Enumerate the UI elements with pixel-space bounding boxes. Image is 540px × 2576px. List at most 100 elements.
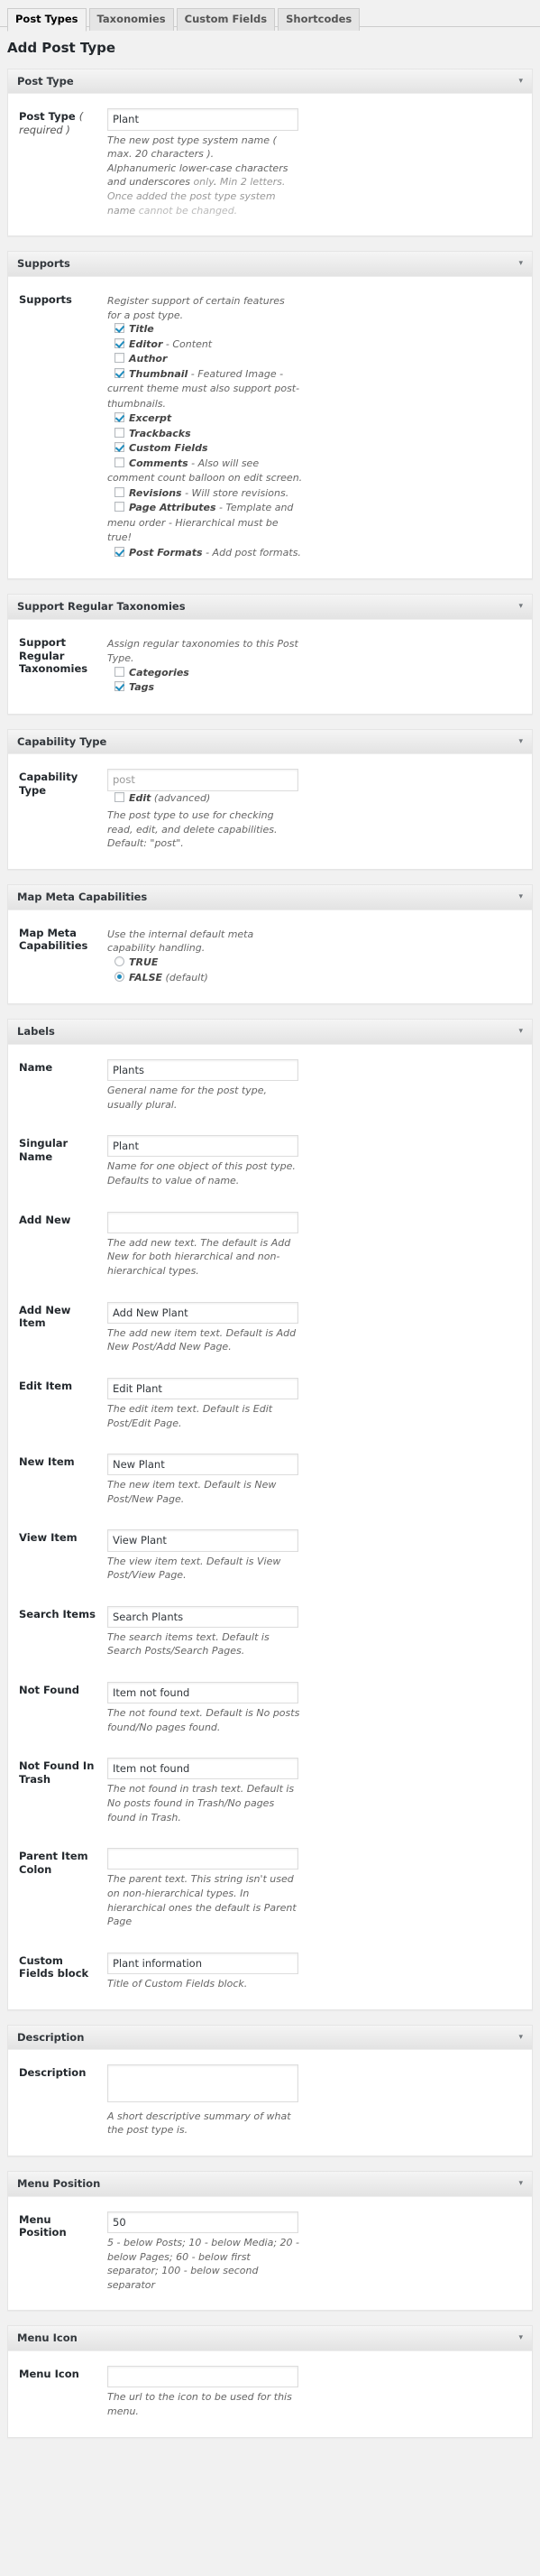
checkbox-revisions-icon[interactable] (114, 486, 124, 497)
desc-line-2e: cannot be changed. (138, 204, 238, 217)
supports-option[interactable]: Trackbacks (107, 427, 306, 442)
field-label-not-found: Not Found (19, 1684, 79, 1697)
checkbox-post-formats-icon[interactable] (114, 546, 124, 557)
checkbox-trackbacks-icon[interactable] (114, 427, 124, 438)
section-header-taxonomies[interactable]: Support Regular Taxonomies ▾ (8, 595, 532, 621)
search-items-description: The search items text. Default is Search… (107, 1630, 270, 1657)
field-row-post-type: Post Type ( required ) The new post type… (17, 97, 523, 230)
supports-option[interactable]: Custom Fields (107, 441, 306, 457)
radio-true-icon[interactable] (114, 956, 124, 967)
edit-item-input[interactable] (107, 1377, 298, 1399)
checkbox-thumbnail-icon[interactable] (114, 367, 124, 378)
chevron-down-icon[interactable]: ▾ (518, 2331, 523, 2344)
checkbox-categories-icon[interactable] (114, 666, 124, 677)
menu-position-input[interactable] (107, 2211, 298, 2234)
supports-option[interactable]: Comments - Also will see comment count b… (107, 457, 306, 486)
supports-option[interactable]: Author (107, 352, 306, 367)
menu-icon-description: The url to the icon to be used for this … (107, 2391, 292, 2418)
checkbox-author-icon[interactable] (114, 353, 124, 364)
view-item-description: The view item text. Default is View Post… (107, 1555, 281, 1582)
not-found-input[interactable] (107, 1682, 298, 1704)
checkbox-excerpt-icon[interactable] (114, 412, 124, 423)
field-row-supports: Supports Register support of certain fea… (17, 281, 523, 573)
section-header-map-meta-caps[interactable]: Map Meta Capabilities ▾ (8, 884, 532, 910)
supports-option-label: Title (129, 323, 154, 336)
field-label-search-items: Search Items (19, 1607, 96, 1620)
label-text: Post Type (19, 110, 76, 124)
view-item-input[interactable] (107, 1529, 298, 1552)
section-header-supports[interactable]: Supports ▾ (8, 252, 532, 278)
field-row-not-found: Not Found The not found text. Default is … (17, 1671, 523, 1747)
chevron-down-icon[interactable]: ▾ (518, 891, 523, 903)
field-label-capability-type: Capability Type (19, 771, 78, 797)
field-label-add-new-item: Add New Item (19, 1303, 71, 1329)
post-type-input[interactable] (107, 108, 298, 131)
supports-option[interactable]: Post Formats - Add post formats. (107, 546, 306, 561)
checkbox-title-icon[interactable] (114, 323, 124, 334)
taxonomies-option[interactable]: Categories (107, 666, 306, 681)
menu-icon-input[interactable] (107, 2366, 298, 2388)
checkbox-page-attributes-icon[interactable] (114, 502, 124, 512)
tab-taxonomies[interactable]: Taxonomies (88, 8, 174, 31)
chevron-down-icon[interactable]: ▾ (518, 257, 523, 270)
section-header-menu-position[interactable]: Menu Position ▾ (8, 2171, 532, 2197)
supports-option[interactable]: Excerpt (107, 411, 306, 427)
add-new-item-input[interactable] (107, 1301, 298, 1324)
map-meta-caps-description: Use the internal default meta capability… (107, 928, 254, 955)
search-items-input[interactable] (107, 1605, 298, 1628)
field-row-description: Description A short descriptive summary … (17, 2054, 523, 2150)
supports-option[interactable]: Editor - Content (107, 337, 306, 353)
taxonomies-option[interactable]: Tags (107, 680, 306, 696)
section-header-labels[interactable]: Labels ▾ (8, 1020, 532, 1045)
capability-type-input[interactable] (107, 769, 298, 791)
field-row-menu-position: Menu Position 5 - below Posts; 10 - belo… (17, 2201, 523, 2305)
tab-post-types[interactable]: Post Types (7, 8, 87, 32)
tab-custom-fields[interactable]: Custom Fields (176, 8, 276, 31)
section-title-supports: Supports (17, 257, 70, 271)
capability-type-edit-option[interactable]: Edit (advanced) (107, 791, 306, 807)
field-label-not-found-in-trash: Not Found In Trash (19, 1759, 95, 1786)
not-found-in-trash-input[interactable] (107, 1758, 298, 1780)
not-found-description: The not found text. Default is No posts … (107, 1707, 300, 1733)
singular-name-input[interactable] (107, 1135, 298, 1158)
supports-option[interactable]: Thumbnail - Featured Image - current the… (107, 367, 306, 412)
chevron-down-icon[interactable]: ▾ (518, 75, 523, 88)
add-new-input[interactable] (107, 1211, 298, 1233)
name-input[interactable] (107, 1058, 298, 1082)
new-item-input[interactable] (107, 1454, 298, 1476)
section-header-capability-type[interactable]: Capability Type ▾ (8, 729, 532, 755)
chevron-down-icon[interactable]: ▾ (518, 2177, 523, 2190)
chevron-down-icon[interactable]: ▾ (518, 1025, 523, 1038)
map-meta-caps-option[interactable]: FALSE (default) (107, 971, 306, 986)
chevron-down-icon[interactable]: ▾ (518, 2031, 523, 2044)
checkbox-comments-icon[interactable] (114, 457, 124, 467)
section-menu-icon: Menu Icon ▾ Menu Icon The url to the ico… (7, 2325, 533, 2438)
supports-option-label: Author (129, 353, 168, 365)
description-textarea[interactable] (107, 2064, 298, 2103)
field-label-parent-item-colon: Parent Item Colon (19, 1850, 88, 1876)
section-header-description[interactable]: Description ▾ (8, 2025, 532, 2051)
checkbox-editor-icon[interactable] (114, 337, 124, 348)
capability-type-edit-option-sublabel: (advanced) (151, 791, 211, 804)
parent-item-colon-input[interactable] (107, 1848, 298, 1870)
map-meta-caps-option[interactable]: TRUE (107, 956, 306, 971)
checkbox-tags-icon[interactable] (114, 681, 124, 691)
custom-fields-block-input[interactable] (107, 1952, 298, 1974)
chevron-down-icon[interactable]: ▾ (518, 735, 523, 748)
chevron-down-icon[interactable]: ▾ (518, 600, 523, 613)
section-header-menu-icon[interactable]: Menu Icon ▾ (8, 2326, 532, 2352)
radio-false-icon[interactable] (114, 971, 124, 982)
supports-option[interactable]: Page Attributes - Template and menu orde… (107, 501, 306, 546)
map-meta-caps-option-label: TRUE (129, 956, 159, 969)
field-row-not-found-in-trash: Not Found In Trash The not found in trash… (17, 1747, 523, 1837)
field-row-add-new: Add New The add new text. The default is … (17, 1201, 523, 1291)
checkbox-custom-fields-icon[interactable] (114, 442, 124, 453)
supports-option[interactable]: Revisions - Will store revisions. (107, 486, 306, 502)
supports-option[interactable]: Title (107, 322, 306, 337)
tab-shortcodes[interactable]: Shortcodes (278, 8, 361, 31)
section-support-regular-taxonomies: Support Regular Taxonomies ▾ Support Reg… (7, 594, 533, 715)
section-title-menu-position: Menu Position (17, 2176, 101, 2190)
checkbox-edit-icon[interactable] (114, 791, 124, 802)
menu-position-description: 5 - below Posts; 10 - below Media; 20 - … (107, 2237, 300, 2291)
section-header-post-type[interactable]: Post Type ▾ (8, 69, 532, 95)
